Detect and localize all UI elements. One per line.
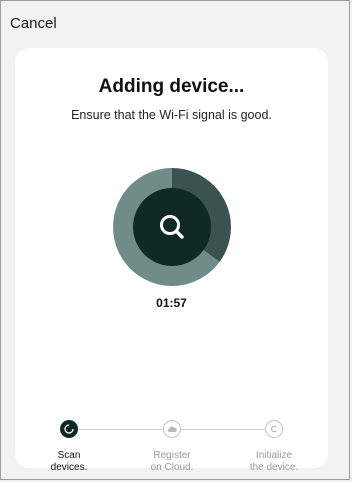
cancel-button[interactable]: Cancel [10,15,57,32]
step-initialize-label: Initialize the device. [249,450,299,473]
spinner-icon [64,424,74,434]
c-circle-icon [270,425,277,433]
search-indicator [133,188,211,266]
step-register-indicator [163,420,181,438]
step-initialize-indicator [265,420,283,438]
countdown-timer: 01:57 [156,296,187,310]
cloud-icon [167,426,177,433]
search-icon [160,215,184,239]
adding-device-card: Adding device... Ensure that the Wi-Fi s… [15,48,328,473]
step-register-label: Register on Cloud. [150,450,194,473]
step-scan-indicator [60,420,78,438]
page-title: Adding device... [98,76,245,97]
step-scan-label: Scan devices. [50,450,88,473]
wifi-hint: Ensure that the Wi-Fi signal is good. [71,108,272,122]
scan-progress-ring [113,168,231,286]
